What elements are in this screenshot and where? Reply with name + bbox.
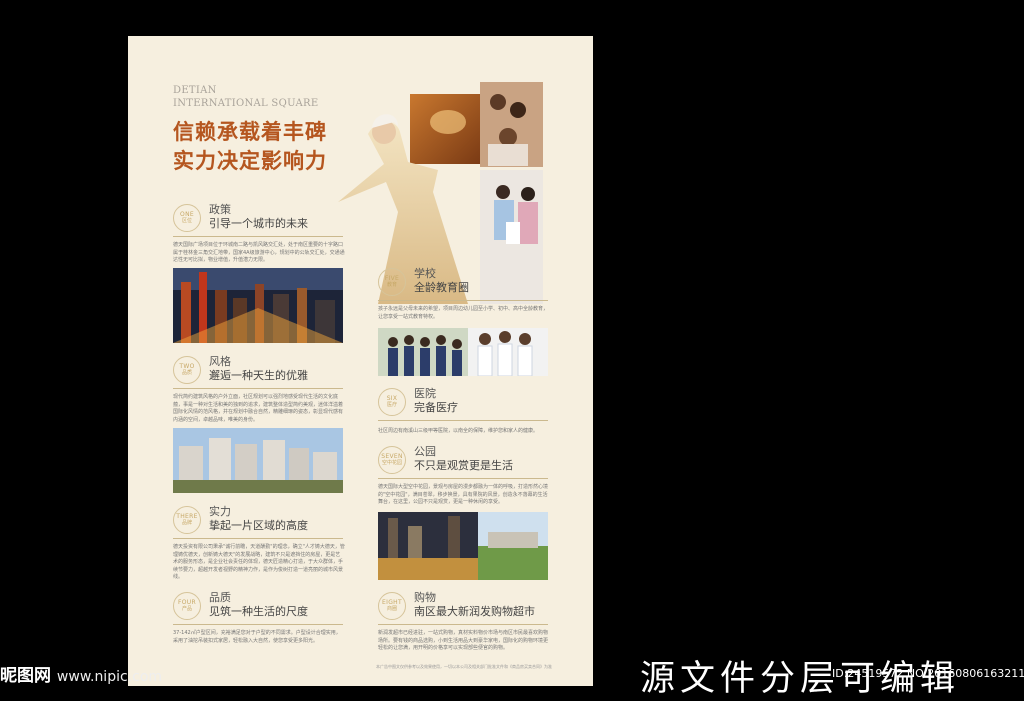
nipic-url: www.nipic.com [56,669,163,685]
section-title: 学校 [414,267,436,280]
brand-line-1: DETIAN [173,85,217,96]
section-five-body: 孩子永远是父母未来的希望，项目周边幼儿园至小学、初中、高中全龄教育，让您享受一站… [378,306,549,320]
section-badge: THERE 品牌 [173,506,201,534]
section-divider [378,478,548,479]
brand-logo-text: DETIAN INTERNATIONAL SQUARE [173,84,318,110]
section-one-body: 德天国际广场项目位于环城南二路与凯风路交汇处，处于南区重要的十字路口属于桂林金三… [173,242,345,263]
section-divider [378,420,548,421]
section-subtitle: 完备医疗 [414,401,458,414]
section-subtitle: 全龄教育圈 [414,281,469,294]
section-subtitle: 不只是观赏更是生活 [414,459,513,472]
headline-line-2: 实力决定影响力 [173,149,327,173]
section-badge: ONE 区位 [173,204,201,232]
disclaimer-footer: 本广告中图文仅供参考以及效果使用，一切以本公司及相关部门批准文件和《商品房买卖合… [376,664,552,669]
section-title: 购物 [414,591,436,604]
brand-line-2: INTERNATIONAL SQUARE [173,98,319,109]
section-subtitle: 挚起一片区域的高度 [209,519,308,532]
section-divider [378,300,548,301]
section-badge: FIVE 教育 [378,268,406,296]
section-badge: SIX 医疗 [378,388,406,416]
residential-towers-image [173,428,343,493]
rooftop-garden-image [378,512,548,580]
headline: 信赖承载着丰碑 实力决定影响力 [173,118,327,176]
section-badge: FOUR 产品 [173,592,201,620]
section-three-body: 德天投资有限公司秉承"诚行前瞻，天道酬勤"的理念，确立"人才铸大德天，管理铸优德… [173,544,345,580]
section-title: 实力 [209,505,231,518]
section-divider [378,624,548,625]
section-subtitle: 南区最大新润发购物超市 [414,605,535,618]
section-title: 品质 [209,591,231,604]
city-night-image [173,268,343,343]
section-title: 风格 [209,355,231,368]
section-badge: SEVEN 空中花园 [378,446,406,474]
headline-line-1: 信赖承载着丰碑 [173,120,327,144]
section-title: 政策 [209,203,231,216]
nipic-watermark: 昵图网 www.nipic.com [0,661,162,686]
section-six-body: 社区周边有南溪山三级甲等医院，以南全的保障，维护您和家人的健康。 [378,428,539,434]
section-two-body: 现代简约建筑风格的户外立面，社区规划可以强烈地感受现代生活的文化底蕴，事是一种对… [173,394,344,423]
nipic-logo-text: 昵图网 [0,666,51,686]
section-four-body: 37-142㎡户型区间，充裕满足您对于户型的不同需求。户型设计合理实用，采用了油… [173,630,341,644]
image-id-watermark: ID:24519572 NO:20160806163211235032 [832,667,1024,680]
section-divider [173,236,343,237]
section-eight-body: 新润发超市已经进驻，一站式购物，真材实料物价市场与南区市民最喜欢购物场所。要有钱… [378,630,549,651]
section-divider [173,388,343,389]
section-seven-body: 德天国际大型空中花园，景观与房屋的漫步都融为一体的呼吸，打造形然心境的"空中花园… [378,484,549,505]
poster: DETIAN INTERNATIONAL SQUARE 信赖承载着丰碑 实力决定… [128,36,593,686]
section-subtitle: 引导一个城市的未来 [209,217,308,230]
section-divider [173,538,343,539]
section-badge: TWO 品质 [173,356,201,384]
section-title: 公园 [414,445,436,458]
section-title: 医院 [414,387,436,400]
section-badge: EIGHT 商圈 [378,592,406,620]
hero-collage-image [338,82,543,304]
section-subtitle: 邂逅一种天生的优雅 [209,369,308,382]
section-subtitle: 见筑一种生活的尺度 [209,605,308,618]
section-divider [173,624,343,625]
students-doctors-image [378,328,548,376]
